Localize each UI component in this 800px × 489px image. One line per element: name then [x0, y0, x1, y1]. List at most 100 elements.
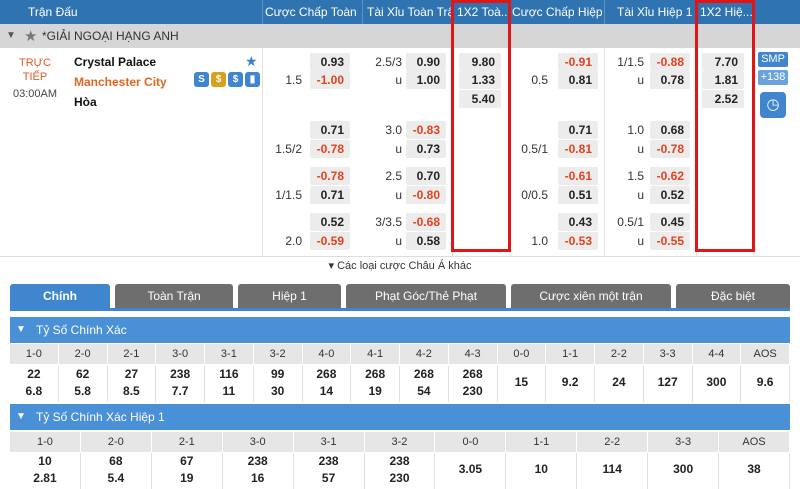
- score-header: 4-4: [693, 344, 742, 364]
- tab-special[interactable]: Đặc biệt: [676, 284, 790, 308]
- score-odds-cell[interactable]: 22 6.8: [10, 366, 59, 402]
- chevron-down-icon[interactable]: ▼: [16, 411, 26, 422]
- score-odds-cell[interactable]: 268 230: [449, 366, 498, 402]
- history-clock-icon[interactable]: ◷: [760, 92, 786, 118]
- score-odds-cell[interactable]: 27 8.5: [108, 366, 157, 402]
- tab-corners-cards[interactable]: Phạt Góc/Thẻ Phạt: [346, 284, 506, 308]
- score-odds-cell[interactable]: 38: [719, 453, 790, 489]
- odd-ou-h1-under[interactable]: 0.78: [650, 71, 690, 89]
- star-icon[interactable]: ★: [24, 27, 37, 45]
- score-odds-cell[interactable]: 62 5.8: [59, 366, 108, 402]
- odd-ah-h1-away[interactable]: 0.51: [558, 186, 598, 204]
- odd-ah-ft-away[interactable]: -0.59: [310, 232, 350, 250]
- chevron-down-icon[interactable]: ▼: [16, 324, 26, 335]
- draw-label: Hòa: [74, 95, 97, 109]
- col-ah-half1[interactable]: Cược Chấp Hiệp 1: [512, 5, 602, 19]
- score-odds-cell[interactable]: 127: [644, 366, 693, 402]
- correct-score-h1-section-header[interactable]: ▼ Tỷ Số Chính Xác Hiệp 1: [10, 404, 790, 430]
- score-odds-cell[interactable]: 99 30: [254, 366, 303, 402]
- tab-fulltime[interactable]: Toàn Trận: [115, 284, 233, 308]
- odd-ou-h1-under[interactable]: -0.55: [650, 232, 690, 250]
- col-ou-fulltime[interactable]: Tài Xỉu Toàn Trận: [367, 5, 451, 19]
- odd-ah-ft-away[interactable]: 0.71: [310, 186, 350, 204]
- dollar-icon[interactable]: $: [228, 72, 243, 87]
- chevron-down-icon[interactable]: ▼: [6, 30, 16, 41]
- odd-ou-ft-under[interactable]: -0.80: [406, 186, 446, 204]
- more-asian-bets-link[interactable]: ▾ Các loại cược Châu Á khác: [0, 256, 800, 274]
- odd-ou-h1-under[interactable]: -0.78: [650, 140, 690, 158]
- score-header: AOS: [741, 344, 790, 364]
- score-header: 3-1: [205, 344, 254, 364]
- col-ah-fulltime[interactable]: Cược Chấp Toàn ...: [265, 5, 360, 19]
- odd-ah-ft-home[interactable]: -0.78: [310, 167, 350, 185]
- odd-ah-ft-away[interactable]: -1.00: [310, 71, 350, 89]
- odd-ou-h1-over[interactable]: -0.88: [650, 53, 690, 71]
- odd-ah-ft-home[interactable]: 0.52: [310, 213, 350, 231]
- odd-ah-h1-away[interactable]: -0.81: [558, 140, 598, 158]
- line-ah-ft: 1.5: [285, 73, 302, 87]
- score-odds-cell[interactable]: 114: [577, 453, 649, 489]
- score-odds-cell[interactable]: 238 230: [365, 453, 436, 489]
- odd-ah-ft-home[interactable]: 0.93: [310, 53, 350, 71]
- odd-ah-h1-home[interactable]: -0.91: [558, 53, 598, 71]
- stats-icon[interactable]: S: [194, 72, 209, 87]
- score-odds-cell[interactable]: 9.2: [546, 366, 595, 402]
- odd-ou-ft-over[interactable]: 0.90: [406, 53, 446, 71]
- score-header: 2-1: [108, 344, 157, 364]
- home-team[interactable]: Crystal Palace: [74, 55, 156, 69]
- score-odds-cell[interactable]: 300: [648, 453, 720, 489]
- under-label: u: [395, 188, 402, 202]
- score-odds-cell[interactable]: 10: [506, 453, 578, 489]
- score-odds-cell[interactable]: 268 19: [351, 366, 400, 402]
- odd-ou-ft-under[interactable]: 0.58: [406, 232, 446, 250]
- odd-ou-h1-under[interactable]: 0.52: [650, 186, 690, 204]
- score-odds-cell[interactable]: 116 11: [205, 366, 254, 402]
- odd-ah-h1-away[interactable]: -0.53: [558, 232, 598, 250]
- odd-ah-h1-home[interactable]: 0.71: [558, 121, 598, 139]
- odd-ah-h1-away[interactable]: 0.81: [558, 71, 598, 89]
- score-odds-cell[interactable]: 300: [693, 366, 742, 402]
- line-ah-h1: 0/0.5: [521, 188, 548, 202]
- odd-ou-h1-over[interactable]: -0.62: [650, 167, 690, 185]
- odd-ou-ft-under[interactable]: 0.73: [406, 140, 446, 158]
- correct-score-section-header[interactable]: ▼ Tỷ Số Chính Xác: [10, 317, 790, 343]
- favorite-star-icon[interactable]: ★: [245, 53, 258, 70]
- score-header: 0-0: [435, 432, 507, 452]
- tab-main[interactable]: Chính: [10, 284, 110, 308]
- score-odds-cell[interactable]: 10 2.81: [10, 453, 81, 489]
- odd-ou-ft-over[interactable]: -0.83: [406, 121, 446, 139]
- odd-ou-ft-over[interactable]: 0.70: [406, 167, 446, 185]
- odd-ah-ft-away[interactable]: -0.78: [310, 140, 350, 158]
- score-odds-cell[interactable]: 238 7.7: [156, 366, 205, 402]
- odd-ou-ft-under[interactable]: 1.00: [406, 71, 446, 89]
- odd-ou-h1-over[interactable]: 0.45: [650, 213, 690, 231]
- tab-half1[interactable]: Hiệp 1: [238, 284, 341, 308]
- more-markets-count[interactable]: +138: [758, 70, 788, 85]
- away-team[interactable]: Manchester City: [74, 75, 167, 89]
- col-ou-half1[interactable]: Tài Xỉu Hiệp 1: [617, 5, 697, 19]
- score-odds-cell[interactable]: 268 54: [400, 366, 449, 402]
- odd-ou-ft-over[interactable]: -0.68: [406, 213, 446, 231]
- score-odds-cell[interactable]: 68 5.4: [81, 453, 152, 489]
- tab-single-match-parlay[interactable]: Cược xiên một trận: [511, 284, 671, 308]
- odd-ah-h1-home[interactable]: 0.43: [558, 213, 598, 231]
- odd-ou-h1-over[interactable]: 0.68: [650, 121, 690, 139]
- score-odds-cell[interactable]: 15: [498, 366, 547, 402]
- smp-button[interactable]: SMP: [758, 52, 788, 67]
- score-header: 4-1: [351, 344, 400, 364]
- under-label: u: [395, 234, 402, 248]
- score-odds-cell[interactable]: 238 57: [294, 453, 365, 489]
- score-odds-cell[interactable]: 9.6: [741, 366, 790, 402]
- score-odds-cell[interactable]: 238 16: [223, 453, 294, 489]
- league-row[interactable]: ▼ ★ *GIẢI NGOẠI HẠNG ANH: [0, 24, 800, 48]
- score-odds-cell[interactable]: 3.05: [435, 453, 507, 489]
- score-header: 4-0: [303, 344, 352, 364]
- odd-ah-h1-home[interactable]: -0.61: [558, 167, 598, 185]
- chart-icon[interactable]: ▮: [245, 72, 260, 87]
- score-odds-cell[interactable]: 268 14: [303, 366, 352, 402]
- odd-ah-ft-home[interactable]: 0.71: [310, 121, 350, 139]
- coin-icon[interactable]: $: [211, 72, 226, 87]
- score-odds-cell[interactable]: 24: [595, 366, 644, 402]
- score-odds-cell[interactable]: 67 19: [152, 453, 223, 489]
- score-header: 3-2: [254, 344, 303, 364]
